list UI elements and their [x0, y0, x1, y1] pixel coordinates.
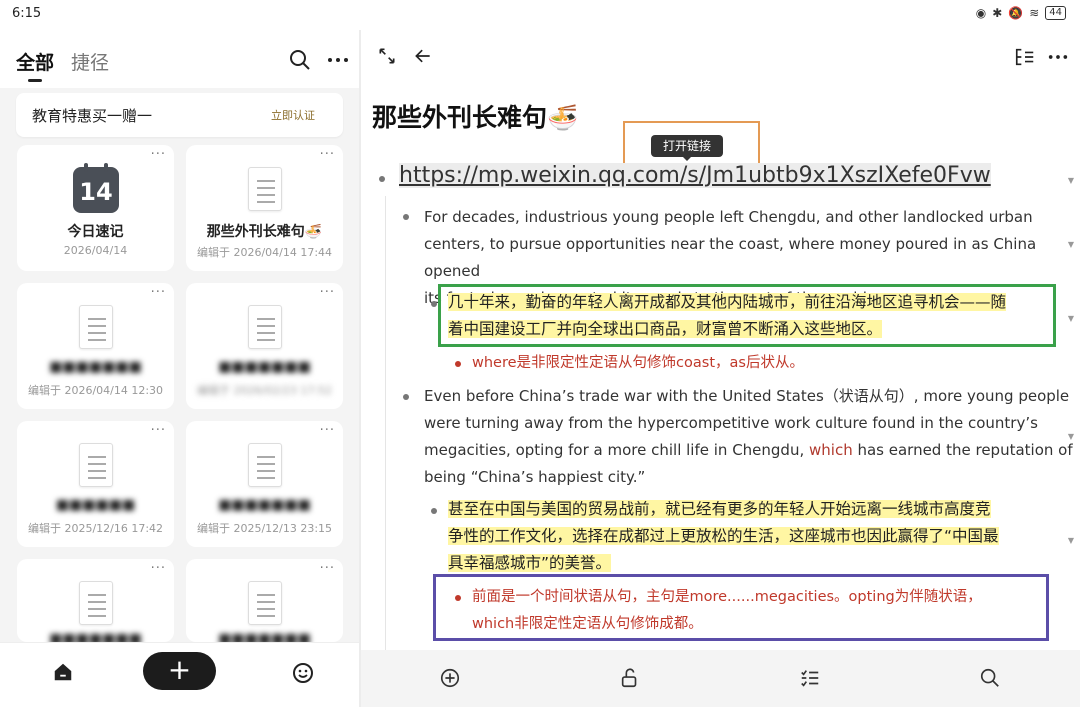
note-card-quick[interactable]: ··· 14 今日速记 2026/04/14 [17, 145, 174, 271]
document-icon [79, 305, 113, 349]
collapse-arrow-icon[interactable]: ▼ [1068, 240, 1074, 249]
grammar-note: 前面是一个时间状语从句，主句是more......megacities。opti… [472, 589, 982, 632]
highlighted-word: which [809, 441, 853, 459]
collapse-arrow-icon[interactable]: ▼ [1068, 536, 1074, 545]
card-title: ■■■■■■■ [218, 359, 311, 375]
more-icon[interactable] [326, 48, 350, 72]
document-icon [248, 167, 282, 211]
bluetooth-icon: ✱ [992, 6, 1003, 20]
promo-text: 教育特惠买一赠一 [32, 107, 153, 125]
bullet-dot [455, 595, 461, 601]
note-card[interactable]: ··· ■■■■■■■ [186, 559, 343, 647]
note-card[interactable]: ··· ■■■■■■■ 编辑于 2026/04/14 12:30 [17, 283, 174, 409]
search-icon[interactable] [288, 48, 312, 72]
indent-guide [385, 196, 386, 656]
card-more-icon[interactable]: ··· [320, 561, 335, 576]
card-title: 那些外刊长难句🍜 [206, 224, 323, 240]
bullet-dot [431, 301, 437, 307]
editor-toolbar [361, 650, 1080, 707]
tab-indicator [28, 79, 42, 82]
note-card[interactable]: ··· ■■■■■■■ [17, 559, 174, 647]
bullet-dot [455, 361, 461, 367]
card-more-icon[interactable]: ··· [320, 147, 335, 162]
expand-icon[interactable] [377, 46, 397, 66]
card-date: 编辑于 2026/04/14 17:44 [196, 246, 333, 259]
back-arrow-icon[interactable] [413, 46, 433, 66]
collapse-arrow-icon[interactable]: ▼ [1068, 176, 1074, 185]
bullet-dot [403, 394, 409, 400]
eye-icon: ◉ [975, 6, 987, 20]
open-link-tooltip[interactable]: 打开链接 [651, 135, 723, 161]
card-more-icon[interactable]: ··· [151, 285, 166, 300]
card-more-icon[interactable]: ··· [151, 147, 166, 162]
profile-icon[interactable] [291, 661, 315, 685]
article-link[interactable]: https://mp.weixin.qq.com/s/Jm1ubtb9x1Xsz… [399, 163, 991, 188]
new-note-button[interactable]: + [143, 652, 216, 690]
document-icon [79, 581, 113, 625]
search-icon[interactable] [979, 667, 1001, 689]
wifi-icon: ≋ [1029, 6, 1040, 20]
notes-list-pane: 全部 捷径 教育特惠买一赠一 立即认证 ··· 14 今日速记 2026/04/… [0, 30, 360, 707]
verify-link[interactable]: 立即认证 [271, 107, 315, 123]
more-icon[interactable] [1047, 46, 1069, 68]
document-icon [79, 443, 113, 487]
card-date: 2026/04/14 [63, 244, 128, 257]
document-icon [248, 581, 282, 625]
note-card[interactable]: ··· ■■■■■■ 编辑于 2025/12/16 17:42 [17, 421, 174, 547]
note-card-active[interactable]: ··· 那些外刊长难句🍜 编辑于 2026/04/14 17:44 [186, 145, 343, 271]
card-date: 编辑于 2025/12/16 17:42 [27, 522, 164, 535]
tab-all[interactable]: 全部 [16, 48, 54, 75]
card-date: 编辑于 2025/12/13 23:15 [196, 522, 333, 535]
card-title: ■■■■■■■ [218, 497, 311, 513]
document-icon [248, 305, 282, 349]
card-title: ■■■■■■ [55, 497, 136, 513]
promo-banner[interactable]: 教育特惠买一赠一 立即认证 [16, 93, 343, 137]
status-bar: 6:15 ◉ ✱ 🔕 ≋ 44 [0, 0, 1080, 30]
grammar-note: where是非限定性定语从句修饰coast，as后状从。 [472, 355, 804, 371]
checklist-icon[interactable] [799, 667, 821, 689]
collapse-arrow-icon[interactable]: ▼ [1068, 432, 1074, 441]
note-editor-pane: 那些外刊长难句🍜 打开链接 https://mp.weixin.qq.com/s… [361, 30, 1080, 707]
card-title: ■■■■■■■ [49, 359, 142, 375]
status-time: 6:15 [12, 6, 42, 21]
bullet-dot [431, 508, 437, 514]
document-icon [248, 443, 282, 487]
list-header: 全部 捷径 [0, 30, 360, 88]
home-icon[interactable] [52, 661, 74, 683]
card-more-icon[interactable]: ··· [320, 423, 335, 438]
add-circle-icon[interactable] [439, 667, 461, 689]
note-card[interactable]: ··· ■■■■■■■ 编辑于 2025/12/13 23:15 [186, 421, 343, 547]
bullet-dot [403, 214, 409, 220]
card-title: 今日速记 [67, 224, 124, 240]
collapse-arrow-icon[interactable]: ▼ [1068, 314, 1074, 323]
card-more-icon[interactable]: ··· [151, 561, 166, 576]
card-more-icon[interactable]: ··· [320, 285, 335, 300]
battery-icon: 44 [1045, 6, 1066, 20]
note-card[interactable]: ··· ■■■■■■■ 编辑于 2026/02/23 17:52 [186, 283, 343, 409]
tab-shortcuts[interactable]: 捷径 [71, 48, 109, 75]
english-paragraph: Even before China’s trade war with the U… [424, 387, 1073, 486]
calendar-icon: 14 [73, 163, 119, 213]
bottom-nav: + [0, 642, 360, 707]
chinese-translation: 甚至在中国与美国的贸易战前，就已经有更多的年轻人开始远离一线城市高度竞 争性的工… [448, 500, 999, 572]
mute-icon: 🔕 [1008, 6, 1024, 20]
note-title[interactable]: 那些外刊长难句🍜 [372, 98, 578, 134]
outline-icon[interactable] [1014, 46, 1036, 68]
card-date: 编辑于 2026/04/14 12:30 [27, 384, 164, 397]
card-more-icon[interactable]: ··· [151, 423, 166, 438]
unlock-icon[interactable] [619, 667, 641, 689]
card-date: 编辑于 2026/02/23 17:52 [196, 384, 333, 397]
chinese-translation: 几十年来，勤奋的年轻人离开成都及其他内陆城市，前往沿海地区追寻机会——随 着中国… [448, 293, 1007, 338]
bullet-dot [379, 176, 385, 182]
